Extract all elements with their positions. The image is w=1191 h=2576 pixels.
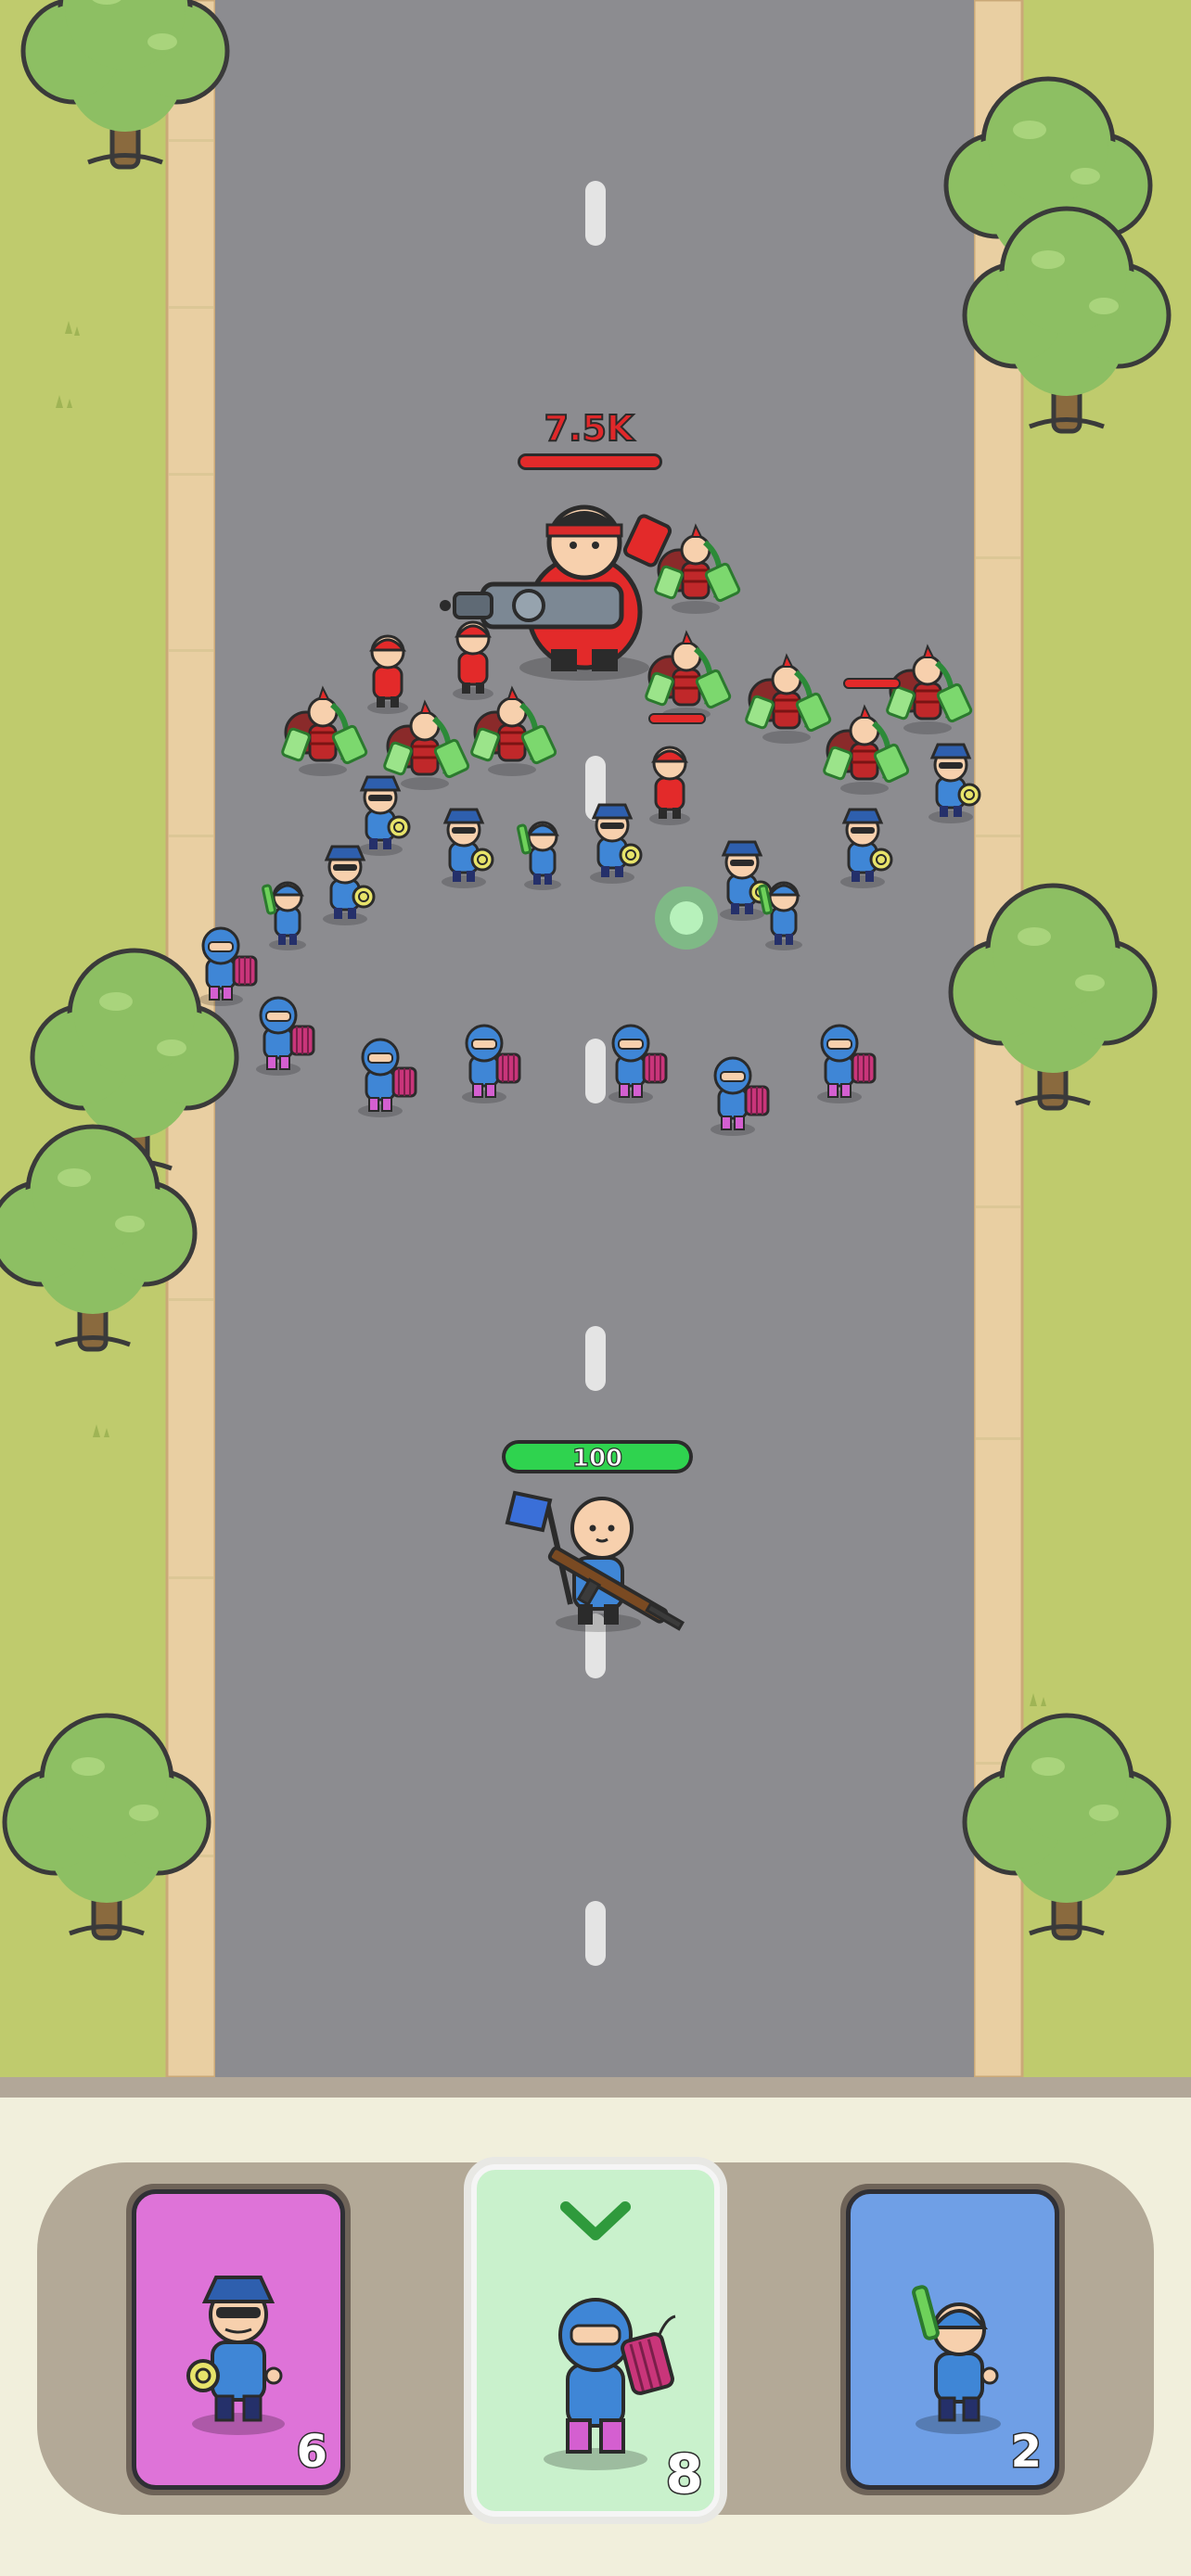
explosion-effect (655, 886, 718, 950)
unit-card-panel: 6 8 2 (0, 2077, 1191, 2576)
player-health: 100 (502, 1440, 693, 1473)
battle-scene: 7.5K 100 (0, 0, 1191, 2077)
enemy-hp-bar (648, 713, 706, 724)
unit-card-police[interactable]: 6 (132, 2189, 345, 2490)
battlefield-canvas: 7.5K 100 (0, 0, 1191, 2077)
card-count: 6 (295, 2425, 328, 2480)
enemy-hp-bar (843, 678, 901, 689)
flag-icon (505, 1490, 553, 1533)
road (215, 0, 974, 2077)
panel-divider (0, 2077, 1191, 2098)
card-count: 8 (664, 2442, 704, 2507)
boss-hp-bar (520, 456, 660, 467)
card-count: 2 (1009, 2425, 1043, 2480)
player-hp-label: 100 (572, 1445, 622, 1473)
chevron-down-icon (560, 2201, 631, 2240)
boss-hp-label: 7.5K (544, 408, 635, 449)
unit-card-dynamite[interactable]: 8 (471, 2164, 720, 2517)
unit-card-bottle[interactable]: 2 (846, 2189, 1059, 2490)
